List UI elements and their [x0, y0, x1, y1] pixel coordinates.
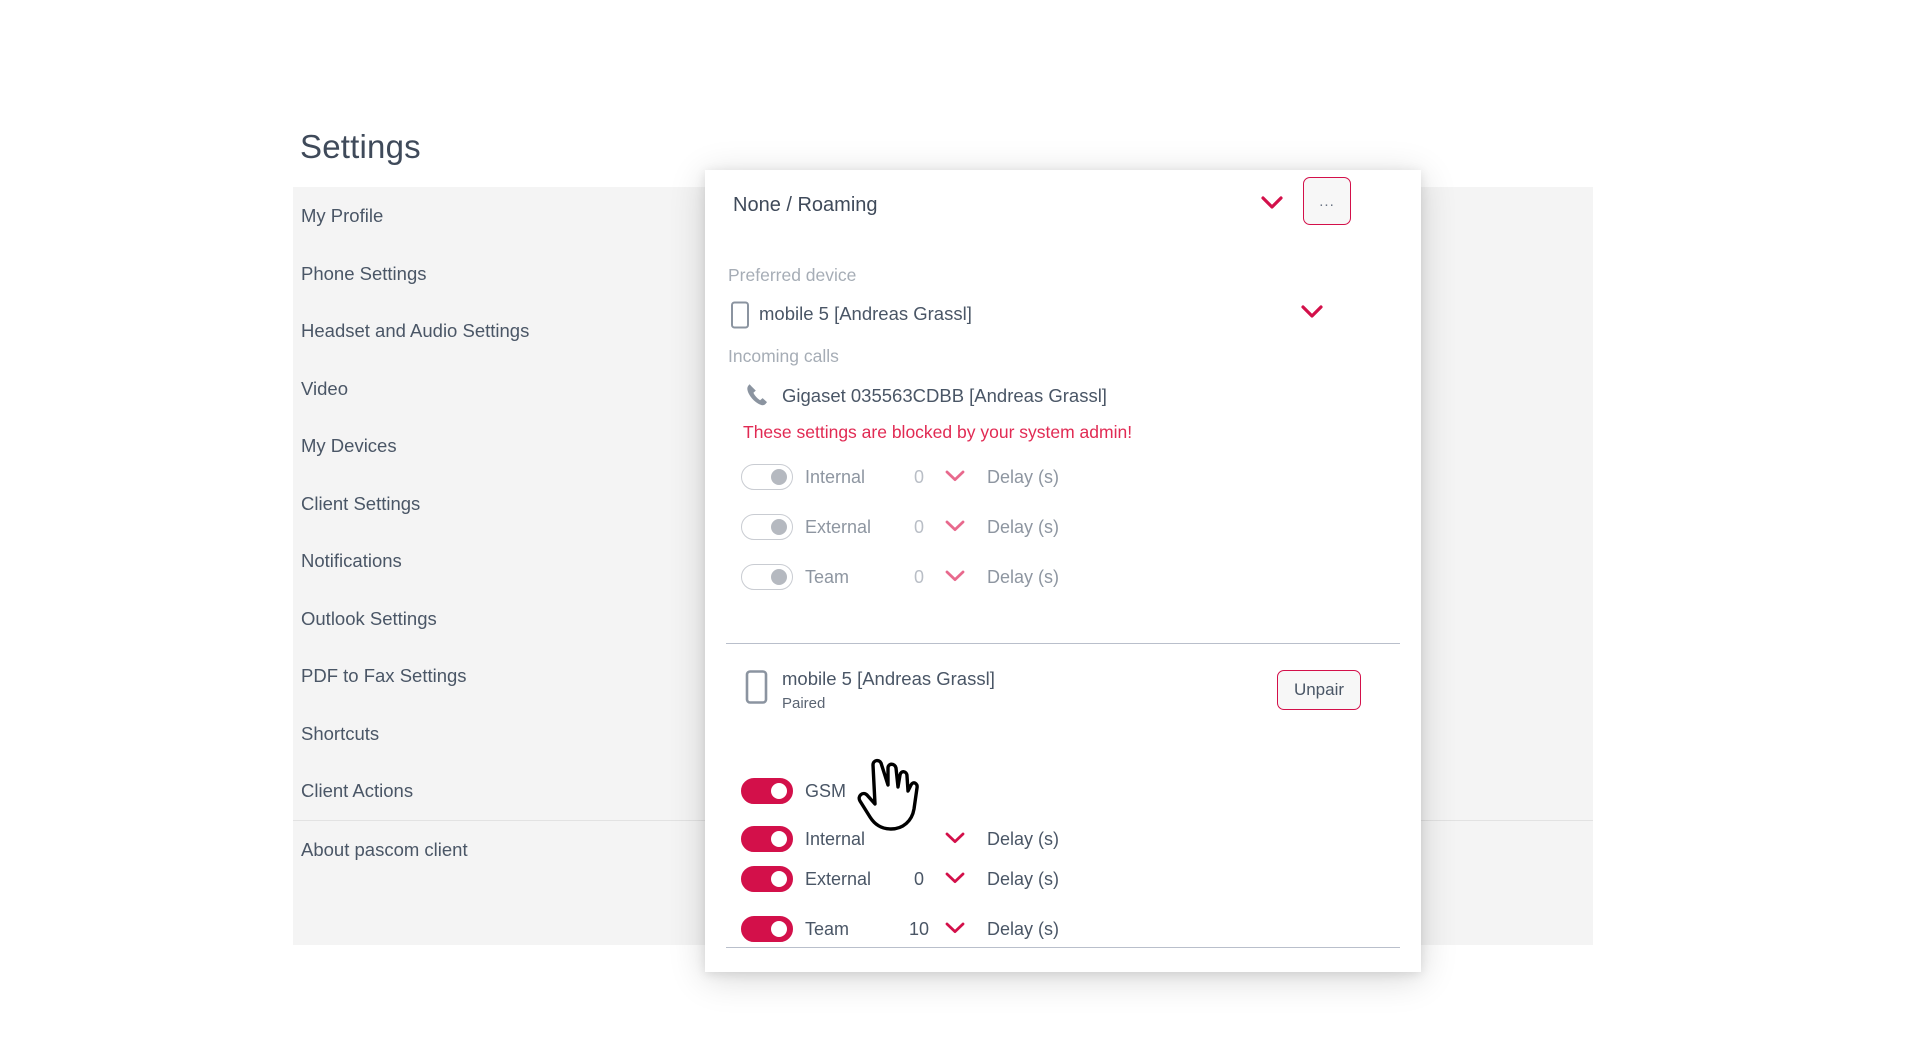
toggle-knob	[771, 782, 787, 799]
chevron-down-icon[interactable]	[945, 831, 965, 849]
delay-value: 10	[908, 919, 930, 939]
chevron-down-icon[interactable]	[945, 519, 965, 537]
sidebar-item-label: Notifications	[301, 550, 402, 571]
toggle-row-internal-blocked[interactable]: Internal 0 Delay (s)	[705, 458, 1421, 498]
toggle-label: GSM	[805, 781, 847, 801]
chevron-down-icon[interactable]	[945, 569, 965, 587]
incoming-calls-caption: Incoming calls	[728, 346, 839, 366]
blocked-settings-message: These settings are blocked by your syste…	[743, 422, 1133, 442]
delay-caption: Delay (s)	[987, 567, 1060, 587]
more-options-button[interactable]: ...	[1303, 177, 1351, 225]
toggle-internal[interactable]	[741, 826, 793, 852]
delay-value: 0	[913, 517, 924, 537]
sidebar-item-label: My Devices	[301, 435, 397, 456]
section-divider	[726, 947, 1400, 948]
sidebar-item-label: Headset and Audio Settings	[301, 320, 530, 341]
chevron-down-icon[interactable]	[1301, 305, 1323, 324]
chevron-down-icon[interactable]	[945, 871, 965, 889]
sidebar-item-label: About pascom client	[301, 838, 468, 860]
sidebar-item-label: Shortcuts	[301, 722, 380, 744]
preferred-device-name: mobile 5 [Andreas Grassl]	[759, 303, 972, 324]
toggle-label: Team	[805, 567, 850, 587]
toggle-row-team-blocked[interactable]: Team 0 Delay (s)	[705, 558, 1421, 598]
toggle-label: Internal	[805, 467, 866, 487]
sidebar-item-label: Outlook Settings	[301, 607, 437, 629]
delay-caption: Delay (s)	[987, 829, 1060, 849]
delay-caption: Delay (s)	[987, 517, 1060, 537]
toggle-knob	[771, 568, 787, 585]
profile-selector-row[interactable]: None / Roaming ...	[705, 170, 1421, 242]
preferred-device-row[interactable]: mobile 5 [Andreas Grassl]	[705, 295, 1421, 337]
delay-value: 0	[913, 467, 924, 487]
delay-caption: Delay (s)	[987, 919, 1060, 939]
paired-device-status: Paired	[782, 695, 826, 712]
chevron-down-icon[interactable]	[945, 469, 965, 487]
toggle-label: External	[805, 869, 872, 889]
phone-handset-icon	[745, 382, 769, 413]
unpair-button[interactable]: Unpair	[1277, 670, 1361, 710]
toggle-team[interactable]	[741, 916, 793, 942]
toggle-knob	[771, 870, 787, 887]
section-divider	[726, 643, 1400, 644]
sidebar-item-label: PDF to Fax Settings	[301, 665, 467, 686]
toggle-gsm[interactable]	[741, 778, 793, 804]
incoming-calls-device-name: Gigaset 035563CDBB [Andreas Grassl]	[782, 385, 1107, 406]
profile-label: None / Roaming	[733, 194, 878, 216]
chevron-down-icon[interactable]	[1261, 196, 1283, 215]
delay-value: 0	[913, 567, 924, 587]
toggle-row-external[interactable]: External 0 Delay (s)	[705, 860, 1421, 900]
paired-device-row: mobile 5 [Andreas Grassl] Paired Unpair	[705, 668, 1421, 724]
toggle-team-blocked[interactable]	[741, 564, 793, 590]
toggle-internal-blocked[interactable]	[741, 464, 793, 490]
toggle-label: External	[805, 517, 872, 537]
sidebar-item-label: Client Actions	[301, 780, 414, 801]
device-settings-dialog: None / Roaming ... Preferred device mobi…	[705, 170, 1421, 972]
sidebar-item-label: My Profile	[301, 205, 384, 226]
preferred-device-caption: Preferred device	[728, 265, 857, 285]
toggle-label: Internal	[805, 829, 866, 849]
delay-caption: Delay (s)	[987, 467, 1060, 487]
toggle-knob	[771, 920, 787, 937]
toggle-label: Team	[805, 919, 850, 939]
toggle-row-team[interactable]: Team 10 Delay (s)	[705, 910, 1421, 950]
toggle-row-internal[interactable]: Internal Delay (s)	[705, 820, 1421, 860]
toggle-knob	[771, 468, 787, 485]
sidebar-item-label: Video	[301, 377, 348, 399]
incoming-calls-device-row[interactable]: Gigaset 035563CDBB [Andreas Grassl]	[705, 378, 1421, 418]
sidebar-item-label: Client Settings	[301, 492, 421, 514]
toggle-knob	[771, 830, 787, 847]
chevron-down-icon[interactable]	[945, 921, 965, 939]
toggle-row-gsm[interactable]: GSM	[705, 772, 1421, 812]
unpair-button-label: Unpair	[1293, 680, 1345, 699]
toggle-external[interactable]	[741, 866, 793, 892]
toggle-knob	[771, 518, 787, 535]
ellipsis-icon: ...	[1319, 192, 1335, 210]
toggle-row-external-blocked[interactable]: External 0 Delay (s)	[705, 508, 1421, 548]
mobile-phone-icon	[730, 301, 750, 334]
sidebar-item-label: Phone Settings	[301, 262, 427, 284]
toggle-external-blocked[interactable]	[741, 514, 793, 540]
paired-device-name: mobile 5 [Andreas Grassl]	[782, 668, 995, 689]
mobile-phone-icon	[745, 670, 769, 709]
delay-value: 0	[913, 869, 924, 889]
delay-caption: Delay (s)	[987, 869, 1060, 889]
page-title: Settings	[300, 128, 421, 165]
